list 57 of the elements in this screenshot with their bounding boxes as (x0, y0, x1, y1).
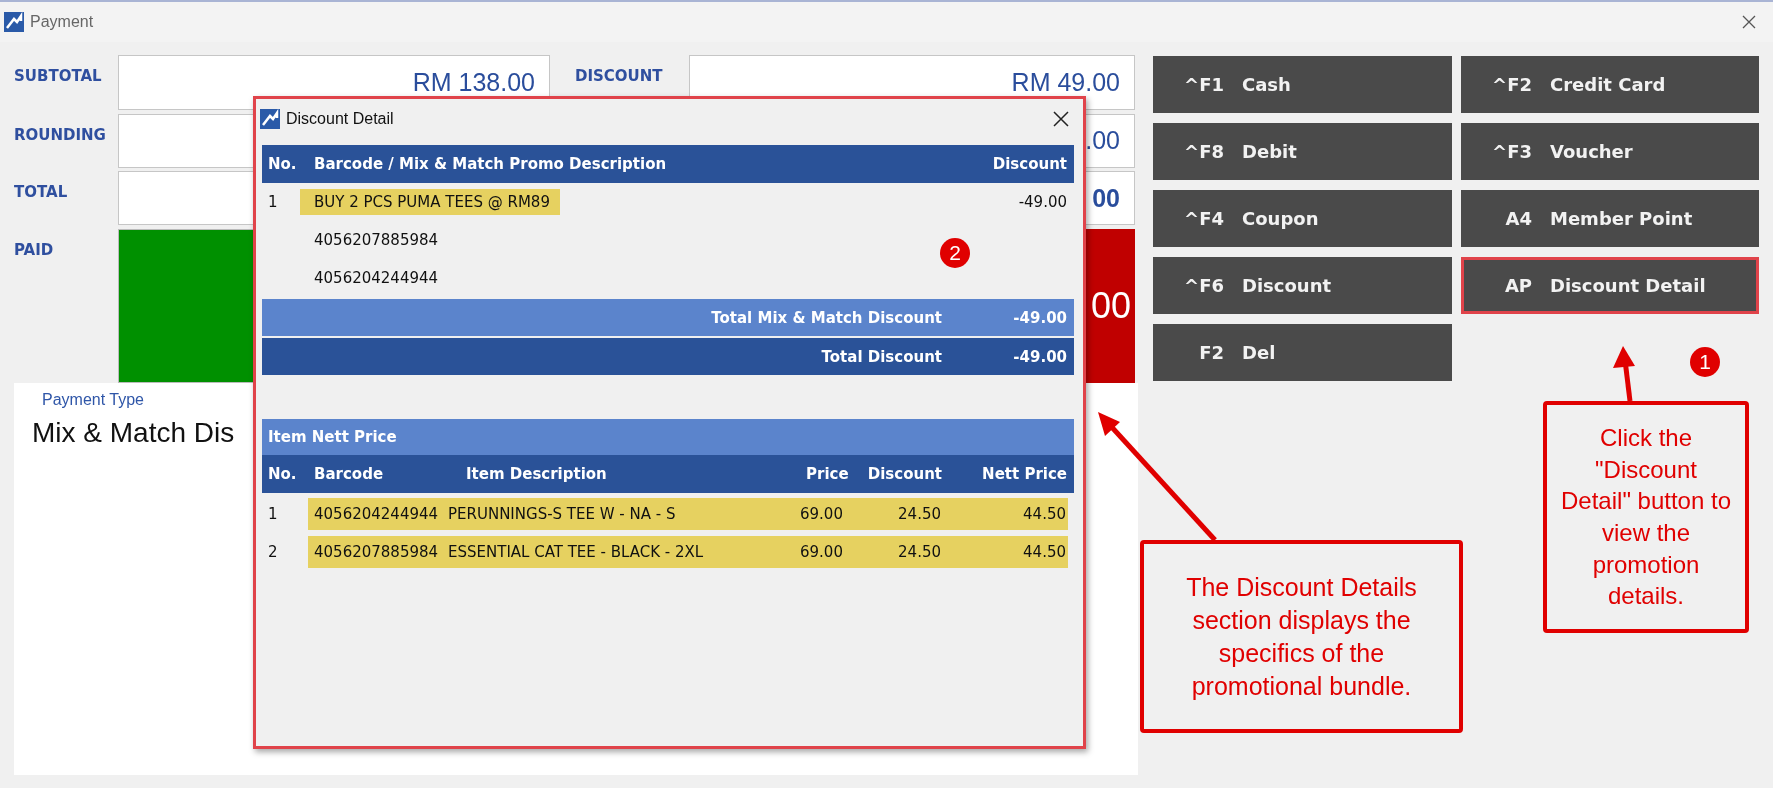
amount-label: DISCOUNT (574, 66, 664, 85)
window-title: Payment (30, 13, 94, 31)
table-cell-text: ESSENTIAL CAT TEE - BLACK - 2XL (447, 543, 705, 561)
payment-button[interactable]: ^F6 Discount (1153, 257, 1452, 314)
table-cell-text: 4056207885984 (313, 230, 440, 251)
total-label: Total Discount (820, 347, 943, 366)
callout-note: Click the "Discount Detail" button to view the promotion details. (1543, 401, 1749, 633)
table-cell: 1 (268, 193, 278, 211)
total-value: -49.00 (1012, 308, 1068, 327)
close-icon[interactable] (1053, 111, 1069, 127)
table-cell-text: 2 (267, 543, 279, 561)
amount-label: PAID (14, 239, 55, 259)
column-header: Nett Price (981, 465, 1068, 483)
table-cell-text: PERUNNINGS-S TEE W - NA - S (447, 505, 677, 523)
app-icon (260, 109, 280, 129)
total-label: Total Mix & Match Discount (710, 308, 943, 327)
payment-button[interactable]: ^F1 Cash (1153, 56, 1452, 113)
callout-note: The Discount Details section displays the specifics of the promotional bundle. (1140, 540, 1463, 733)
column-header: Discount (991, 155, 1068, 173)
table-cell-text: 69.00 (799, 505, 844, 523)
table-cell-text: 1 (267, 505, 279, 523)
table-cell-text: 4056207885984 (313, 543, 440, 561)
payment-button[interactable]: ^F4 Coupon (1153, 190, 1452, 247)
table-cell-text: 4056204244944 (313, 505, 440, 523)
table-cell-text: 24.50 (897, 505, 942, 523)
column-header: No. (267, 465, 298, 483)
arrow (1613, 346, 1635, 402)
table-cell-text: 24.50 (897, 543, 942, 561)
table-cell: BUY 2 PCS PUMA TEES @ RM89 (300, 189, 560, 215)
section-title: Item Nett Price (268, 428, 397, 446)
payment-button[interactable]: ^F2 Credit Card (1461, 56, 1759, 113)
step-badge: 1 (1690, 347, 1720, 377)
payment-button[interactable]: A4 Member Point (1461, 190, 1759, 247)
column-header: Discount (866, 465, 943, 483)
column-header: Price (805, 465, 850, 483)
amount-label: TOTAL (14, 182, 69, 201)
payment-type-label: Payment Type (42, 390, 144, 409)
column-header: No. (267, 155, 298, 173)
amount-label: ROUNDING (14, 124, 107, 144)
column-header: Barcode (313, 465, 385, 483)
payment-type-value: Mix & Match Dis (32, 416, 235, 449)
table-cell: -49.00 (1018, 193, 1067, 211)
amount-label: SUBTOTAL (14, 66, 103, 85)
table-cell-text: 69.00 (799, 543, 844, 561)
dialog-title: Discount Detail (286, 110, 394, 128)
column-header: Barcode / Mix & Match Promo Description (313, 155, 668, 173)
table-cell-text: 44.50 (1022, 543, 1067, 561)
payment-button[interactable]: ^F8 Debit (1153, 123, 1452, 180)
close-icon[interactable] (1742, 15, 1756, 29)
total-value: -49.00 (1012, 347, 1068, 366)
payment-button[interactable]: F2 Del (1153, 324, 1452, 381)
payment-button[interactable]: AP Discount Detail (1461, 257, 1759, 314)
column-header: Item Description (465, 465, 608, 483)
table-cell-text: 4056204244944 (313, 268, 440, 289)
app-icon (4, 12, 24, 32)
payment-button[interactable]: ^F3 Voucher (1461, 123, 1759, 180)
table-cell-text: 44.50 (1022, 505, 1067, 523)
